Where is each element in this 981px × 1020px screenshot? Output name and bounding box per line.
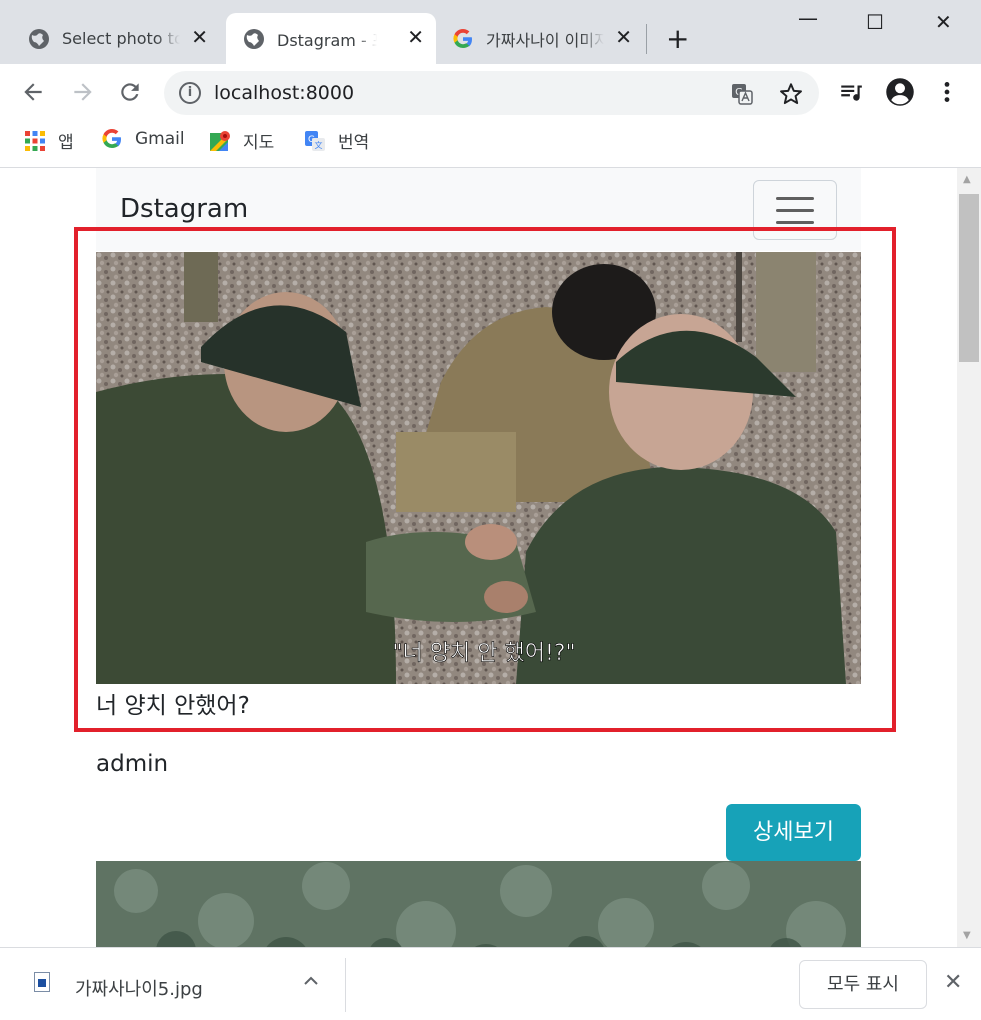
page-scrollbar[interactable]: ▲ ▼ bbox=[957, 168, 981, 947]
back-icon[interactable] bbox=[20, 79, 46, 105]
download-separator bbox=[345, 958, 346, 1012]
close-tab-icon[interactable]: ✕ bbox=[407, 26, 424, 48]
google-icon bbox=[453, 28, 472, 48]
tab-title: Dstagram - 포스트 bbox=[277, 30, 377, 50]
bookmark-label: 앱 bbox=[58, 133, 74, 153]
globe-icon bbox=[244, 28, 264, 49]
media-control-icon[interactable] bbox=[838, 79, 864, 105]
reload-icon[interactable] bbox=[117, 79, 143, 105]
post-image-second[interactable] bbox=[96, 861, 861, 947]
bookmark-label: Gmail bbox=[135, 129, 185, 149]
address-bar[interactable]: i localhost:8000 G bbox=[164, 71, 819, 115]
url-text[interactable]: localhost:8000 bbox=[214, 82, 354, 104]
close-download-bar-icon[interactable]: ✕ bbox=[944, 970, 962, 995]
scroll-down-arrow-icon[interactable]: ▼ bbox=[963, 930, 971, 941]
maps-icon bbox=[210, 130, 230, 151]
bookmark-label: 번역 bbox=[338, 133, 370, 153]
site-navbar: Dstagram bbox=[96, 168, 861, 251]
window-close-button[interactable]: ✕ bbox=[935, 10, 952, 34]
bookmark-gmail[interactable]: Gmail bbox=[101, 128, 185, 150]
navbar-toggler-button[interactable] bbox=[753, 180, 837, 240]
menu-icon[interactable] bbox=[940, 79, 954, 105]
star-icon[interactable] bbox=[778, 81, 804, 107]
svg-text:文: 文 bbox=[315, 140, 323, 150]
page-viewport: Dstagram "너 양치 안 했어!?" 너 양치 안했어? admin 상… bbox=[0, 168, 957, 947]
bookmark-label: 지도 bbox=[243, 133, 275, 153]
download-bar: 가짜사나이5.jpg 모두 표시 ✕ bbox=[0, 947, 981, 1020]
bookmark-apps[interactable]: 앱 bbox=[24, 128, 74, 153]
site-info-icon[interactable]: i bbox=[179, 82, 201, 104]
tab-strip: Select photo to upload ✕ Dstagram - 포스트 … bbox=[0, 0, 981, 64]
translate-icon[interactable]: G bbox=[730, 82, 754, 106]
minimize-button[interactable]: — bbox=[798, 6, 818, 30]
chevron-up-icon[interactable] bbox=[302, 972, 320, 990]
tab-google-images[interactable]: 가짜사나이 이미지 ✕ bbox=[452, 13, 644, 64]
maximize-button[interactable]: ☐ bbox=[866, 10, 884, 34]
apps-grid-icon bbox=[25, 130, 45, 151]
post-photo-forest bbox=[96, 861, 861, 947]
post-photo: "너 양치 안 했어!?" bbox=[96, 252, 861, 684]
tab-dstagram[interactable]: Dstagram - 포스트 ✕ bbox=[226, 13, 436, 64]
close-tab-icon[interactable]: ✕ bbox=[191, 26, 208, 48]
new-tab-button[interactable]: + bbox=[666, 24, 689, 54]
browser-toolbar: i localhost:8000 G bbox=[0, 64, 981, 122]
bookmarks-bar: 앱 Gmail 지도 G 文 번역 bbox=[0, 122, 981, 168]
image-file-icon bbox=[34, 972, 50, 992]
post-caption: 너 양치 안했어? bbox=[96, 693, 250, 719]
download-file-name[interactable]: 가짜사나이5.jpg bbox=[75, 975, 203, 1001]
bookmark-translate[interactable]: G 文 번역 bbox=[304, 128, 369, 153]
detail-view-button[interactable]: 상세보기 bbox=[726, 804, 861, 861]
show-all-downloads-button[interactable]: 모두 표시 bbox=[799, 960, 927, 1009]
post-image[interactable]: "너 양치 안 했어!?" bbox=[96, 252, 861, 684]
close-tab-icon[interactable]: ✕ bbox=[615, 26, 632, 48]
site-brand[interactable]: Dstagram bbox=[120, 194, 248, 224]
globe-icon bbox=[29, 28, 49, 49]
forward-icon[interactable] bbox=[70, 79, 96, 105]
bookmark-maps[interactable]: 지도 bbox=[209, 128, 274, 153]
video-subtitle: "너 양치 안 했어!?" bbox=[392, 641, 575, 666]
profile-icon[interactable] bbox=[885, 77, 915, 107]
hamburger-icon bbox=[776, 197, 814, 200]
tab-title: 가짜사나이 이미지 bbox=[486, 30, 604, 50]
google-icon bbox=[102, 128, 121, 149]
scroll-thumb[interactable] bbox=[959, 194, 979, 362]
tab-select-photo[interactable]: Select photo to upload ✕ bbox=[28, 13, 220, 64]
tab-separator bbox=[646, 24, 647, 54]
translate-icon: G 文 bbox=[305, 130, 325, 151]
scroll-up-arrow-icon[interactable]: ▲ bbox=[963, 174, 971, 185]
post-author: admin bbox=[96, 751, 169, 777]
tab-title: Select photo to upload bbox=[62, 29, 180, 48]
